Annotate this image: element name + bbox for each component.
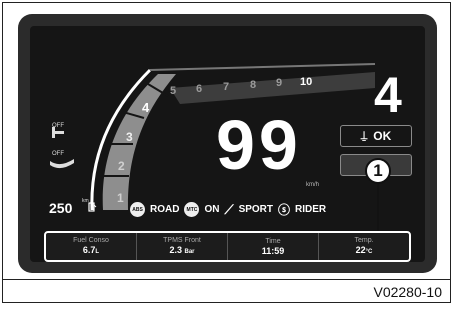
figure-divider xyxy=(3,279,450,280)
speed-readout: 99 xyxy=(216,106,302,184)
rpm-1: 1 xyxy=(117,191,124,205)
info-cell-time[interactable]: Time 11:59 xyxy=(228,233,319,260)
fuel-range-value: 250 xyxy=(49,200,73,216)
info-cell-tpms-front[interactable]: TPMS Front 2.3 Bar xyxy=(137,233,228,260)
ok-button-label: OK xyxy=(373,129,392,143)
info-label: Fuel Conso xyxy=(73,237,109,244)
info-value: 6.7L xyxy=(82,245,100,255)
rpm-2: 2 xyxy=(118,159,125,173)
ok-button[interactable]: ⍊ OK xyxy=(340,125,412,147)
fuel-pump-icon xyxy=(88,202,97,212)
figure-code: V02280-10 xyxy=(373,284,442,300)
gear-indicator: 4 xyxy=(374,67,402,123)
rpm-7: 7 xyxy=(223,81,229,93)
indicator-top-label: OFF xyxy=(52,123,64,129)
rpm-10: 10 xyxy=(300,76,312,88)
abs-mode: ROAD xyxy=(150,204,180,215)
rpm-top-edge xyxy=(149,63,376,71)
info-value: 22°C xyxy=(355,245,373,255)
info-label: Temp. xyxy=(354,237,374,244)
callout-number: 1 xyxy=(365,158,391,184)
info-cell-temp[interactable]: Temp. 22°C xyxy=(319,233,409,260)
rider-icon: ⓢ xyxy=(278,203,291,217)
rider-mode: RIDER xyxy=(295,204,327,215)
info-value: 11:59 xyxy=(261,246,285,256)
rpm-5: 5 xyxy=(170,85,176,97)
info-cell-fuel-conso[interactable]: Fuel Conso 6.7L xyxy=(46,233,137,260)
info-bar: Fuel Conso 6.7L TPMS Front 2.3 Bar Time … xyxy=(44,231,411,262)
info-label: TPMS Front xyxy=(163,237,201,244)
rpm-6: 6 xyxy=(196,83,202,95)
rpm-8: 8 xyxy=(250,79,256,91)
rpm-4: 4 xyxy=(142,100,150,115)
rpm-3: 3 xyxy=(126,130,133,144)
rpm-9: 9 xyxy=(276,77,282,89)
indicator-icon-bottom xyxy=(50,159,74,169)
mtc-icon: MTC xyxy=(184,202,200,217)
info-value: 2.3 Bar xyxy=(169,245,195,255)
indicator-bottom-label: OFF xyxy=(52,151,64,157)
speed-unit: km/h xyxy=(306,182,320,188)
abs-icon: ABS xyxy=(130,202,145,217)
feather-icon: ⟋ xyxy=(224,201,234,217)
mtc-mode: ON xyxy=(204,204,220,215)
dashboard-screen: 1 2 3 4 5 6 7 8 9 10 OFF OFF 4 99 km/h ⍊… xyxy=(30,26,425,262)
status-row: ABS ROAD MTC ON ⟋ SPORT ⓢ RIDER xyxy=(130,201,326,218)
info-label: Time xyxy=(265,238,281,245)
ride-mode: SPORT xyxy=(238,204,274,215)
bell-icon: ⍊ xyxy=(360,129,368,142)
